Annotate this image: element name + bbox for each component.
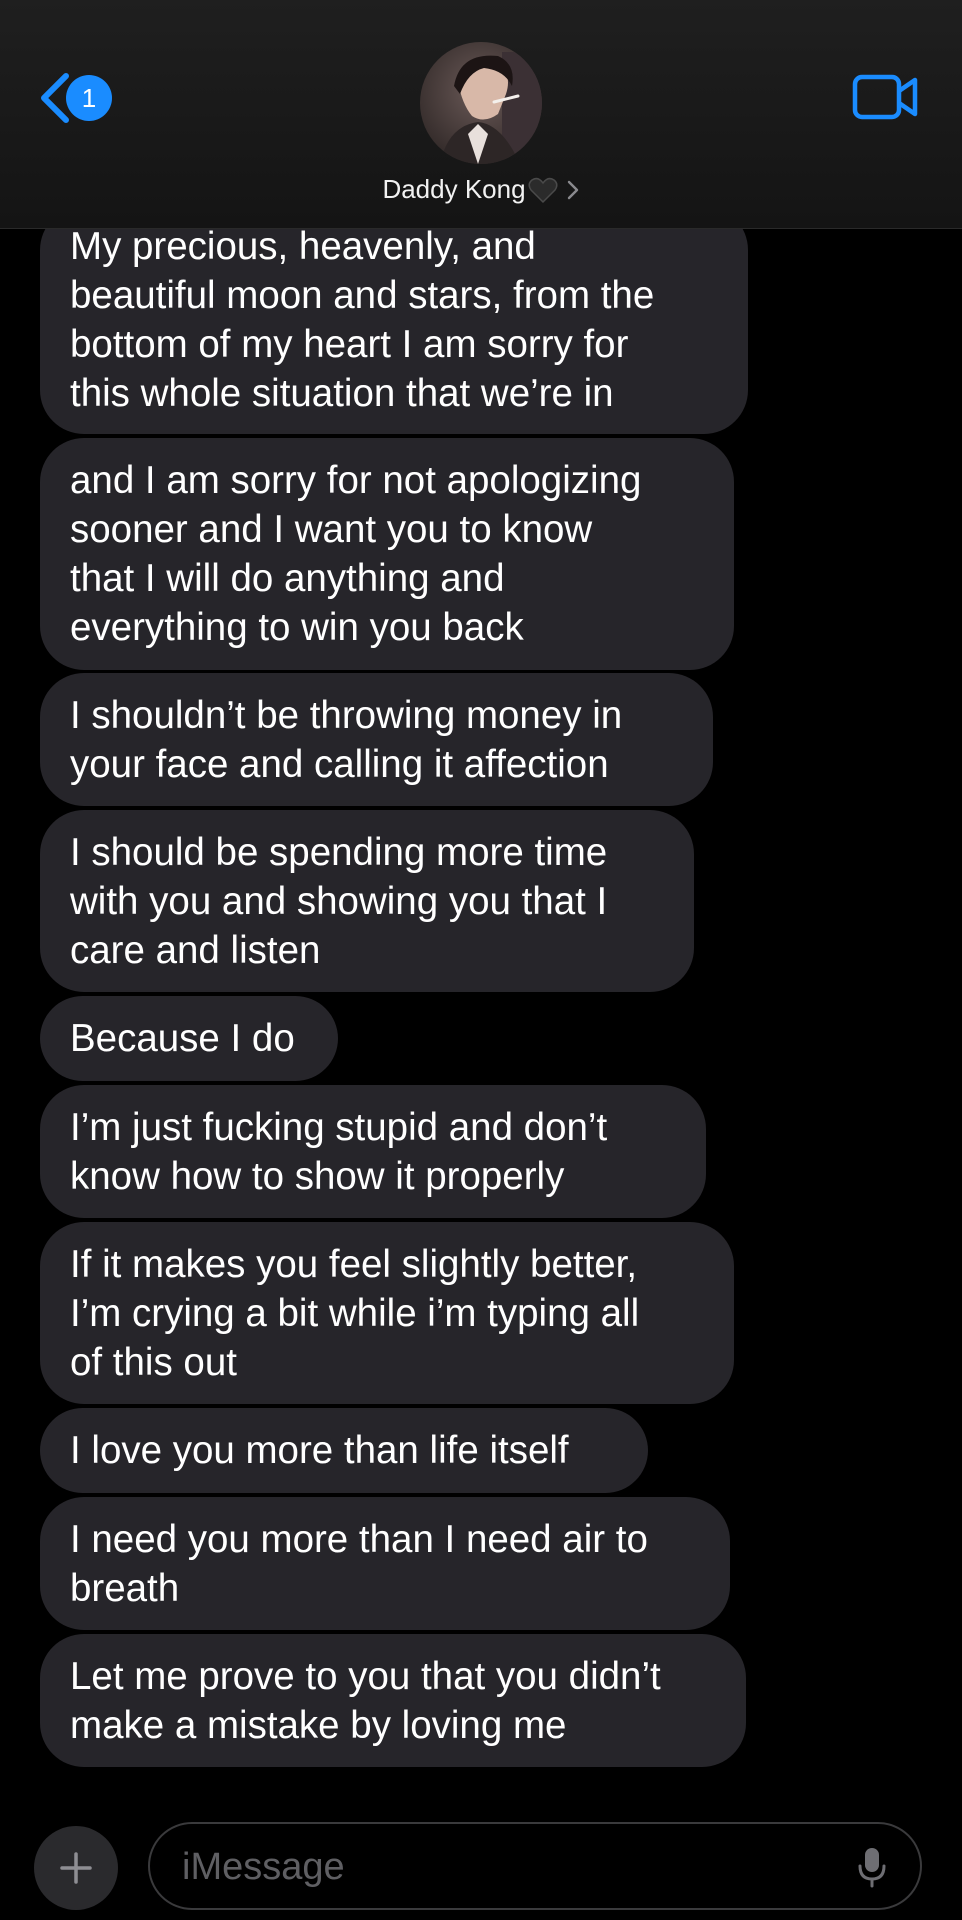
contact-avatar[interactable] (420, 42, 542, 164)
contact-name-button[interactable]: Daddy Kong (0, 174, 962, 205)
message-text: I should be spending more time with you … (70, 830, 608, 972)
message-text: I’m just fucking stupid and don’t know h… (70, 1105, 608, 1198)
composer-bar (0, 1770, 962, 1920)
message-list[interactable]: My precious, heavenly, and beautiful moo… (0, 0, 962, 1770)
message-text: If it makes you feel slightly better, I’… (70, 1242, 640, 1384)
plus-icon (60, 1852, 92, 1884)
message-field[interactable] (148, 1822, 922, 1910)
back-button[interactable]: 1 (38, 68, 112, 128)
chevron-right-icon (567, 180, 578, 199)
message-text: Let me prove to you that you didn’t make… (70, 1654, 661, 1747)
message-bubble[interactable]: I should be spending more time with you … (40, 810, 694, 992)
message-bubble[interactable]: I need you more than I need air to breat… (40, 1497, 730, 1630)
contact-name: Daddy Kong (382, 174, 526, 204)
message-bubble[interactable]: My precious, heavenly, and beautiful moo… (40, 206, 748, 434)
conversation-header: 1 Daddy Kong (0, 0, 962, 229)
message-bubble[interactable]: I’m just fucking stupid and don’t know h… (40, 1085, 706, 1218)
video-camera-icon (852, 74, 918, 120)
microphone-icon[interactable] (858, 1846, 886, 1888)
avatar-image (420, 42, 542, 164)
black-heart-icon (528, 177, 558, 203)
message-bubble[interactable]: If it makes you feel slightly better, I’… (40, 1222, 734, 1404)
message-bubble[interactable]: and I am sorry for not apologizing soone… (40, 438, 734, 670)
message-text: Because I do (70, 1017, 295, 1060)
message-text: I need you more than I need air to breat… (70, 1517, 648, 1610)
message-text: I shouldn’t be throwing money in your fa… (70, 693, 623, 786)
video-call-button[interactable] (852, 74, 918, 120)
unread-count-badge: 1 (66, 75, 112, 121)
message-bubble[interactable]: Let me prove to you that you didn’t make… (40, 1634, 746, 1767)
message-input[interactable] (180, 1824, 824, 1910)
message-text: I love you more than life itself (70, 1429, 569, 1472)
apps-plus-button[interactable] (34, 1826, 118, 1910)
message-text: and I am sorry for not apologizing soone… (70, 459, 642, 649)
message-bubble[interactable]: I shouldn’t be throwing money in your fa… (40, 673, 713, 806)
message-bubble[interactable]: I love you more than life itself (40, 1408, 648, 1493)
message-bubble[interactable]: Because I do (40, 996, 338, 1081)
message-text: My precious, heavenly, and beautiful moo… (70, 225, 655, 415)
